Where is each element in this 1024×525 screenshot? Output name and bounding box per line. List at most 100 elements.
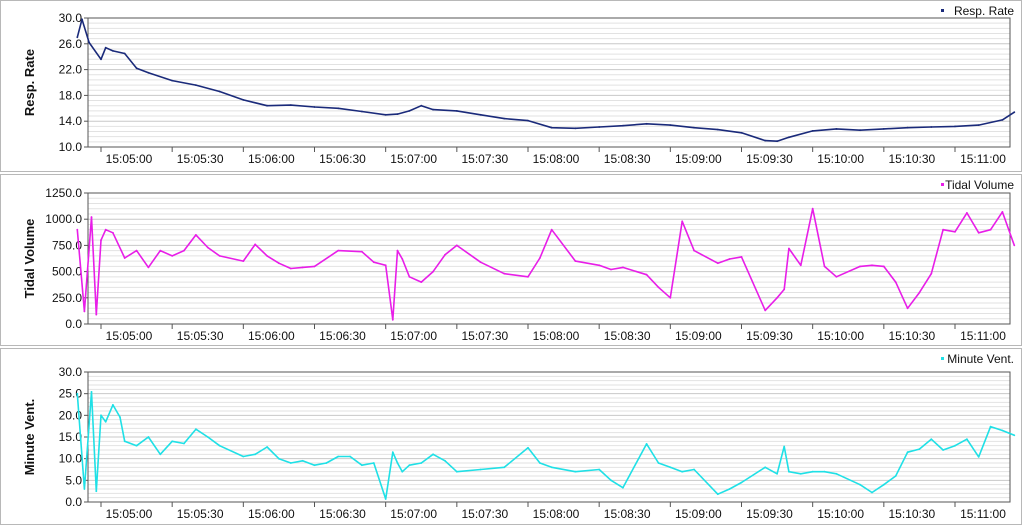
data-point [657, 462, 660, 464]
data-point [622, 486, 624, 489]
charts-canvas: 10.0 14.0 18.0 22.0 26.0 30.0 15:05:00 15:05:30… [0, 0, 1022, 525]
data-point [1001, 211, 1004, 213]
data-point [669, 124, 672, 126]
data-point [645, 122, 648, 125]
legend-label: Minute Vent. [947, 352, 1014, 366]
legend-label: Tidal Volume [945, 178, 1014, 192]
data-point [384, 113, 387, 116]
data-point [1001, 429, 1004, 432]
data-point [100, 58, 102, 61]
x-tick-label: 15:05:30 [177, 152, 224, 166]
data-point [242, 455, 245, 458]
data-point [930, 438, 933, 441]
data-point [503, 272, 506, 275]
data-point [788, 470, 790, 473]
data-point [681, 220, 684, 223]
x-tick-label: 15:05:00 [106, 152, 153, 166]
data-point [930, 272, 933, 275]
y-axis-label: Resp. Rate [22, 49, 37, 116]
data-point [598, 264, 601, 267]
data-point [218, 444, 221, 447]
data-point [811, 207, 814, 210]
data-point [622, 124, 624, 127]
data-point [610, 268, 612, 271]
data-point [206, 436, 209, 438]
data-point [835, 275, 838, 278]
y-tick-label: 14.0 [59, 114, 83, 128]
data-point [408, 464, 411, 467]
data-point [361, 110, 363, 113]
x-tick-label: 15:09:30 [746, 329, 793, 343]
data-point [76, 392, 79, 395]
data-point [408, 275, 411, 278]
chart-panel-2: 0.0250.0500.0750.01000.01250.015:05:00 15… [0, 174, 1022, 346]
data-point [112, 231, 114, 234]
x-tick-label: 15:08:30 [604, 507, 651, 521]
x-tick-label: 15:06:30 [319, 507, 366, 521]
data-point [266, 255, 268, 257]
data-point [289, 267, 292, 270]
data-point [871, 491, 873, 494]
data-point [76, 228, 79, 231]
data-point [894, 475, 897, 477]
data-point [112, 50, 114, 52]
data-point [278, 262, 280, 265]
data-point [527, 446, 529, 449]
data-point [313, 464, 316, 467]
data-point [716, 128, 719, 131]
data-point [123, 257, 126, 259]
data-point [183, 249, 185, 252]
data-point [539, 257, 541, 259]
data-point [81, 18, 83, 21]
y-tick-label: 25.0 [59, 387, 83, 401]
x-tick-label: 15:10:30 [888, 507, 935, 521]
data-point [396, 113, 399, 115]
data-point [195, 428, 197, 431]
data-point [799, 264, 802, 267]
data-point [728, 488, 731, 490]
data-point [104, 420, 107, 423]
data-point [740, 481, 743, 484]
data-point [906, 307, 909, 310]
x-tick-label: 15:06:30 [319, 329, 366, 343]
data-point [195, 84, 197, 86]
data-point [776, 472, 778, 475]
y-tick-label: 30.0 [59, 11, 83, 25]
data-point [171, 440, 174, 443]
data-point [657, 286, 660, 289]
x-tick-label: 15:07:00 [390, 507, 437, 521]
data-point [669, 466, 672, 469]
data-point [882, 127, 885, 130]
data-point [218, 90, 221, 93]
data-point [100, 414, 102, 417]
data-point [783, 288, 786, 291]
data-point [159, 453, 162, 456]
data-point [716, 262, 719, 265]
data-point [147, 71, 150, 74]
data-point [396, 249, 399, 252]
x-tick-label: 15:06:00 [248, 152, 295, 166]
x-tick-label: 15:07:30 [461, 152, 508, 166]
data-point [301, 266, 304, 269]
data-point [882, 265, 885, 268]
x-tick-label: 15:09:00 [675, 152, 722, 166]
data-point [882, 483, 885, 486]
x-tick-label: 15:11:00 [960, 507, 1006, 521]
data-point [313, 265, 316, 268]
data-point [432, 108, 434, 111]
data-point [337, 455, 340, 458]
data-point [90, 391, 93, 393]
x-tick-label: 15:09:00 [675, 329, 722, 343]
data-point [693, 126, 695, 129]
x-tick-label: 15:07:00 [390, 329, 437, 343]
data-point [645, 443, 648, 445]
data-point [835, 472, 838, 475]
data-point [337, 107, 340, 110]
y-tick-label: 0.0 [65, 317, 82, 331]
legend-swatch [941, 183, 944, 186]
data-point [776, 140, 778, 143]
data-point [859, 129, 861, 132]
x-tick-label: 15:11:00 [960, 329, 1006, 343]
data-point [527, 275, 529, 278]
data-point [278, 457, 280, 460]
